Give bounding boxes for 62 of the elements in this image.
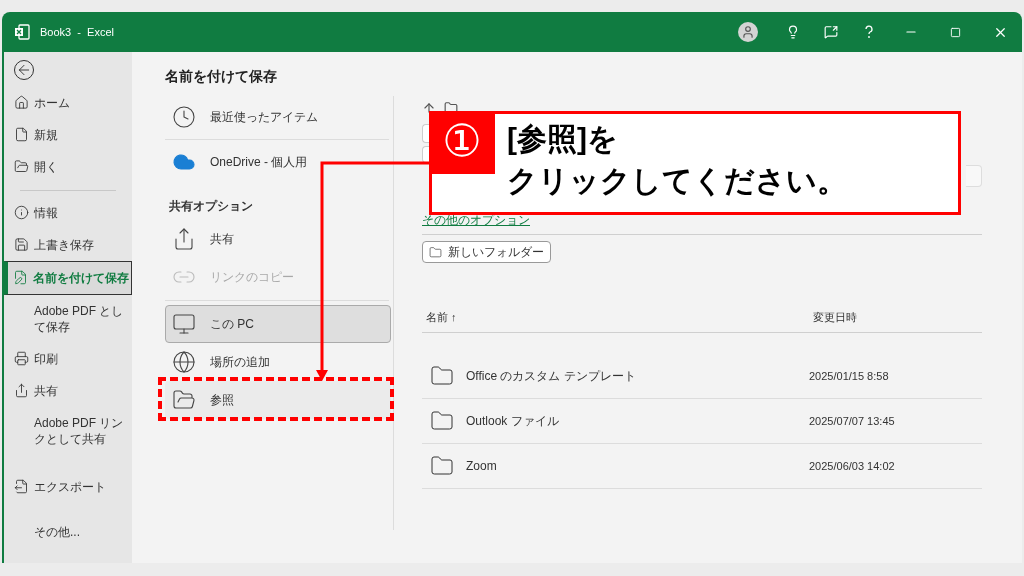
file-row[interactable]: Office のカスタム テンプレート 2025/01/15 8:58 [422, 354, 982, 399]
location-item[interactable]: 場所の追加 [165, 343, 391, 381]
maximize-icon[interactable] [950, 26, 961, 38]
more-options-link[interactable]: その他のオプション [422, 213, 530, 228]
sidebar-item[interactable]: エクスポート [4, 471, 132, 503]
file-row[interactable]: Outlook ファイル 2025/07/07 13:45 [422, 399, 982, 444]
spreadsheet-logo-icon [14, 24, 30, 40]
clock-icon [172, 105, 196, 129]
sidebar-item[interactable]: 新規 [4, 119, 132, 151]
person-icon [741, 25, 755, 39]
lightbulb-icon[interactable] [786, 25, 800, 39]
sidebar-item[interactable]: 共有 [4, 375, 132, 407]
share-icon [172, 227, 196, 251]
location-item[interactable]: OneDrive - 個人用 [165, 143, 391, 181]
home-icon [14, 95, 29, 110]
page-title: 名前を付けて保存 [165, 67, 278, 86]
new-folder-button[interactable]: 新しいフォルダー [422, 241, 551, 263]
folder-icon [430, 409, 454, 433]
sidebar-item[interactable]: 情報 [4, 197, 132, 229]
computer-icon [172, 312, 196, 336]
modified-date: 2025/01/15 8:58 [809, 368, 889, 384]
sidebar-item[interactable]: Adobe PDF として保存 [4, 295, 132, 343]
column-header[interactable]: 変更日時 [813, 309, 857, 326]
modified-date: 2025/06/03 14:02 [809, 458, 895, 474]
step-number: ① [429, 111, 495, 174]
column-header[interactable]: 名前 ↑ [426, 309, 813, 326]
account-avatar[interactable] [738, 22, 758, 42]
file-row[interactable]: Zoom 2025/06/03 14:02 [422, 444, 982, 489]
file-name: Office のカスタム テンプレート [466, 368, 637, 385]
sidebar-item[interactable]: 開く [4, 151, 132, 183]
sidebar-item[interactable]: 名前を付けて保存 [4, 261, 132, 295]
printer-icon [14, 351, 29, 366]
folder-icon [430, 454, 454, 478]
callout-text: [参照]を クリックしてください。 [507, 121, 847, 199]
globe-icon [172, 350, 196, 374]
folder-icon [172, 388, 196, 412]
save-as-icon [13, 270, 28, 285]
folder-icon [429, 245, 442, 259]
modified-date: 2025/07/07 13:45 [809, 413, 895, 429]
location-item[interactable]: 最近使ったアイテム [165, 98, 391, 136]
sidebar-item[interactable]: Adobe PDF リンクとして共有 [4, 407, 132, 455]
folder-icon [14, 159, 29, 174]
file-name: Zoom [466, 458, 498, 475]
location-item[interactable]: 共有 [165, 220, 391, 258]
file-name: Outlook ファイル [466, 413, 560, 430]
window-title: Book3 - Excel [40, 24, 114, 40]
sidebar-item[interactable]: 印刷 [4, 343, 132, 375]
folder-icon [430, 364, 454, 388]
info-icon [14, 205, 29, 220]
feedback-icon[interactable] [824, 25, 838, 39]
sidebar-item[interactable]: その他... [4, 516, 132, 548]
location-item[interactable]: この PC [165, 305, 391, 343]
up-arrow-icon[interactable] [422, 101, 436, 115]
location-item[interactable]: 参照 [165, 381, 391, 419]
share-icon [14, 383, 29, 398]
section-heading: 共有オプション [168, 198, 254, 214]
sidebar-item[interactable]: ホーム [4, 87, 132, 119]
export-icon [14, 479, 29, 494]
help-icon[interactable] [864, 25, 874, 39]
save-icon [14, 237, 29, 252]
document-icon [14, 127, 29, 142]
sidebar-item[interactable]: 上書き保存 [4, 229, 132, 261]
